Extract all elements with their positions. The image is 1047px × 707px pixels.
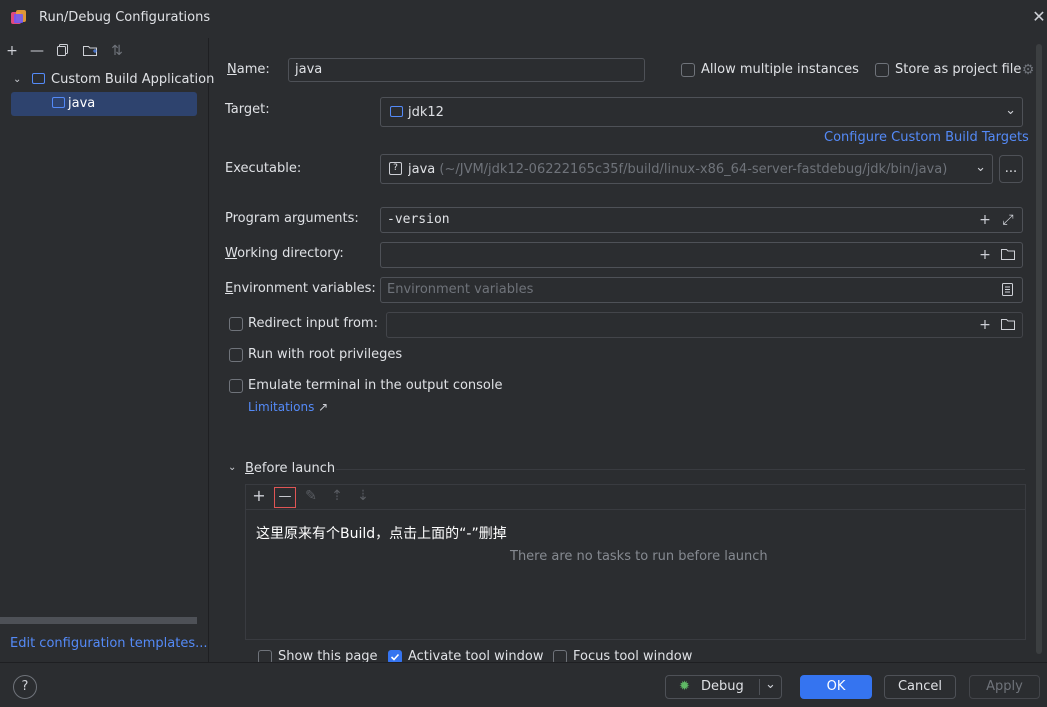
env-vars-input[interactable]: Environment variables xyxy=(380,277,1023,303)
add-task-icon[interactable]: + xyxy=(250,487,268,505)
name-label: Name: xyxy=(227,62,270,77)
tree-group-custom-build[interactable]: Custom Build Application xyxy=(51,72,214,88)
target-label: Target: xyxy=(225,102,270,117)
sort-icon[interactable]: ⇅ xyxy=(107,43,127,59)
no-tasks-text: There are no tasks to run before launch xyxy=(510,549,768,564)
program-args-value: -version xyxy=(387,212,450,227)
remove-task-icon[interactable]: — xyxy=(274,487,296,508)
root-privileges-label: Run with root privileges xyxy=(248,347,403,362)
close-icon[interactable]: ✕ xyxy=(1030,8,1047,26)
tree-horizontal-scrollbar[interactable] xyxy=(0,617,197,624)
configure-targets-link[interactable]: Configure Custom Build Targets xyxy=(824,130,1029,145)
annotation-text: 这里原来有个Build，点击上面的“-”删掉 xyxy=(256,526,507,542)
edit-task-icon[interactable]: ✎ xyxy=(302,487,320,505)
debug-button[interactable]: ✹ Debug ⌄ xyxy=(665,675,782,699)
form-vertical-scrollbar[interactable] xyxy=(1036,44,1042,654)
document-icon[interactable] xyxy=(1001,282,1014,301)
unknown-file-icon: ? xyxy=(389,162,402,175)
folder-icon[interactable] xyxy=(1000,247,1016,265)
chevron-down-icon: ⌄ xyxy=(975,160,986,175)
copy-config-icon[interactable] xyxy=(53,43,73,59)
chevron-down-icon[interactable]: ⌄ xyxy=(228,462,236,473)
program-args-input[interactable]: -version + ⤢ xyxy=(380,207,1023,233)
plus-icon[interactable]: + xyxy=(977,316,993,334)
emulate-terminal-checkbox[interactable] xyxy=(229,379,243,393)
cancel-button[interactable]: Cancel xyxy=(884,675,956,699)
limitations-link[interactable]: Limitations ↗ xyxy=(248,400,328,414)
move-down-icon[interactable]: ⇣ xyxy=(354,487,372,505)
limitations-link-text: Limitations xyxy=(248,400,315,414)
redirect-input-checkbox[interactable] xyxy=(229,317,243,331)
new-folder-icon[interactable] xyxy=(80,43,100,59)
config-tree-panel xyxy=(0,38,209,662)
window-title: Run/Debug Configurations xyxy=(39,10,211,25)
add-config-icon[interactable]: + xyxy=(2,43,22,59)
target-select[interactable]: jdk12 ⌄ xyxy=(380,97,1023,127)
name-input[interactable]: java xyxy=(288,58,645,82)
plus-icon[interactable]: + xyxy=(977,246,993,264)
name-input-value: java xyxy=(295,62,323,77)
remove-config-icon[interactable]: — xyxy=(27,43,47,59)
plus-icon[interactable]: + xyxy=(977,211,993,229)
tree-item-java[interactable] xyxy=(11,92,197,116)
app-logo-icon xyxy=(10,9,28,27)
expand-icon[interactable]: ⤢ xyxy=(1000,211,1016,229)
emulate-terminal-label: Emulate terminal in the output console xyxy=(248,378,503,393)
executable-select[interactable]: ? java (~/JVM/jdk12-06222165c35f/build/l… xyxy=(380,154,993,184)
folder-icon[interactable] xyxy=(1000,317,1016,335)
store-project-label: Store as project file xyxy=(895,62,1022,77)
custom-build-app-icon xyxy=(32,73,45,88)
tree-item-java-label: java xyxy=(68,96,96,111)
chevron-down-icon[interactable]: ⌄ xyxy=(13,74,25,86)
ok-button[interactable]: OK xyxy=(800,675,872,699)
chevron-down-icon: ⌄ xyxy=(1005,103,1016,118)
allow-multiple-label: Allow multiple instances xyxy=(701,62,859,77)
debug-button-label: Debug xyxy=(701,679,744,694)
executable-label: Executable: xyxy=(225,161,302,176)
store-project-checkbox[interactable] xyxy=(875,63,889,77)
bug-icon: ✹ xyxy=(679,679,690,694)
redirect-input-field[interactable]: + xyxy=(386,312,1023,338)
chevron-down-icon[interactable]: ⌄ xyxy=(765,674,776,696)
apply-button[interactable]: Apply xyxy=(969,675,1040,699)
env-vars-label: Environment variables: xyxy=(225,281,376,296)
browse-executable-button[interactable]: ... xyxy=(999,155,1023,183)
allow-multiple-checkbox[interactable] xyxy=(681,63,695,77)
redirect-input-label: Redirect input from: xyxy=(248,316,378,331)
working-dir-label: Working directory: xyxy=(225,246,344,261)
target-value: jdk12 xyxy=(408,105,444,120)
gear-icon[interactable]: ⚙ xyxy=(1020,61,1036,79)
working-dir-input[interactable]: + xyxy=(380,242,1023,268)
external-link-icon: ↗ xyxy=(318,400,329,414)
target-icon xyxy=(390,106,403,121)
java-config-icon xyxy=(52,97,65,112)
edit-templates-link[interactable]: Edit configuration templates... xyxy=(10,636,208,651)
split-divider xyxy=(759,679,760,695)
move-up-icon[interactable]: ⇡ xyxy=(328,487,346,505)
root-privileges-checkbox[interactable] xyxy=(229,348,243,362)
program-args-label: Program arguments: xyxy=(225,211,359,226)
env-vars-placeholder: Environment variables xyxy=(387,282,534,297)
before-launch-divider xyxy=(336,469,1025,470)
executable-name: java xyxy=(408,162,436,177)
executable-path: (~/JVM/jdk12-06222165c35f/build/linux-x8… xyxy=(439,162,948,177)
help-button[interactable]: ? xyxy=(13,675,37,699)
before-launch-label: Before launch xyxy=(245,461,336,476)
